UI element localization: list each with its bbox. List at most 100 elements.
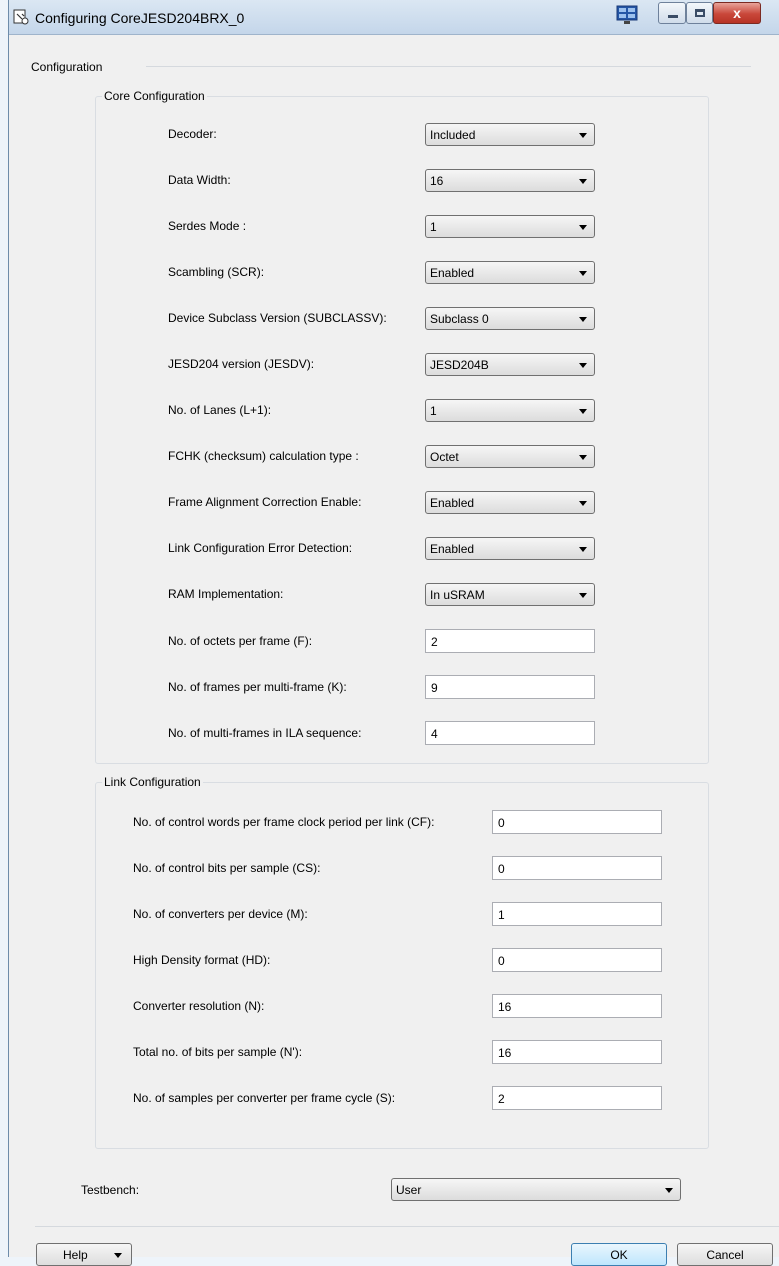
samples-per-converter-value: 2: [498, 1092, 505, 1106]
cs-value: 0: [498, 862, 505, 876]
core-configuration-label: Core Configuration: [102, 89, 207, 103]
frame-alignment-value: Enabled: [430, 496, 475, 510]
ram-implementation-select[interactable]: In uSRAM: [425, 583, 595, 606]
samples-per-converter-input[interactable]: 2: [492, 1086, 662, 1110]
data-width-value: 16: [430, 174, 444, 188]
data-width-label: Data Width:: [168, 173, 231, 187]
hd-input[interactable]: 0: [492, 948, 662, 972]
fchk-value: Octet: [430, 450, 459, 464]
frame-alignment-select[interactable]: Enabled: [425, 491, 595, 514]
ram-implementation-label: RAM Implementation:: [168, 587, 284, 601]
bits-per-sample-value: 16: [498, 1046, 512, 1060]
lanes-select[interactable]: 1: [425, 399, 595, 422]
maximize-icon: [695, 9, 705, 17]
bits-per-sample-input[interactable]: 16: [492, 1040, 662, 1064]
link-error-detection-value: Enabled: [430, 542, 475, 556]
jesd-version-value: JESD204B: [430, 358, 489, 372]
resolution-input[interactable]: 16: [492, 994, 662, 1018]
cf-input[interactable]: 0: [492, 810, 662, 834]
ok-button[interactable]: OK: [571, 1243, 667, 1266]
cf-value: 0: [498, 816, 505, 830]
window-title: Configuring CoreJESD204BRX_0: [35, 10, 245, 26]
scrambling-label: Scambling (SCR):: [168, 265, 265, 279]
cancel-button-label: Cancel: [706, 1248, 744, 1262]
ila-multiframes-label: No. of multi-frames in ILA sequence:: [168, 726, 362, 740]
ila-multiframes-input[interactable]: 4: [425, 721, 595, 745]
chevron-down-icon: [579, 409, 587, 414]
ila-multiframes-value: 4: [431, 727, 438, 741]
dialog-window: Configuring CoreJESD204BRX_0 x Configura…: [8, 0, 779, 1266]
converters-value: 1: [498, 908, 505, 922]
maximize-button[interactable]: [686, 2, 713, 24]
monitor-icon[interactable]: [616, 5, 638, 25]
octets-per-frame-label: No. of octets per frame (F):: [168, 634, 313, 648]
serdes-mode-select[interactable]: 1: [425, 215, 595, 238]
scrambling-select[interactable]: Enabled: [425, 261, 595, 284]
decoder-label: Decoder:: [168, 127, 217, 141]
title-bar[interactable]: Configuring CoreJESD204BRX_0 x: [9, 0, 779, 35]
testbench-select[interactable]: User: [391, 1178, 681, 1201]
converters-label: No. of converters per device (M):: [133, 907, 308, 921]
lanes-label: No. of Lanes (L+1):: [168, 403, 272, 417]
configuration-separator: [146, 66, 751, 67]
fchk-label: FCHK (checksum) calculation type :: [168, 449, 359, 463]
serdes-mode-label: Serdes Mode :: [168, 219, 247, 233]
fchk-select[interactable]: Octet: [425, 445, 595, 468]
chevron-down-icon: [579, 501, 587, 506]
minimize-icon: [668, 15, 678, 18]
core-configuration-group: [95, 96, 709, 764]
samples-per-converter-label: No. of samples per converter per frame c…: [133, 1091, 396, 1105]
cs-label: No. of control bits per sample (CS):: [133, 861, 321, 875]
chevron-down-icon: [579, 547, 587, 552]
scrambling-value: Enabled: [430, 266, 475, 280]
jesd-version-select[interactable]: JESD204B: [425, 353, 595, 376]
chevron-down-icon: [579, 225, 587, 230]
testbench-value: User: [396, 1183, 422, 1197]
configuration-label: Configuration: [29, 60, 105, 74]
minimize-button[interactable]: [658, 2, 686, 24]
lanes-value: 1: [430, 404, 437, 418]
close-icon: x: [733, 5, 741, 21]
link-error-detection-select[interactable]: Enabled: [425, 537, 595, 560]
cs-input[interactable]: 0: [492, 856, 662, 880]
octets-per-frame-value: 2: [431, 635, 438, 649]
frames-per-multiframe-value: 9: [431, 681, 438, 695]
link-error-detection-label: Link Configuration Error Detection:: [168, 541, 353, 555]
data-width-select[interactable]: 16: [425, 169, 595, 192]
testbench-label: Testbench:: [81, 1183, 140, 1197]
chevron-down-icon: [579, 317, 587, 322]
cancel-button[interactable]: Cancel: [677, 1243, 773, 1266]
ok-button-label: OK: [610, 1248, 628, 1262]
app-icon: [13, 9, 29, 25]
subclass-version-select[interactable]: Subclass 0: [425, 307, 595, 330]
chevron-down-icon: [579, 455, 587, 460]
frames-per-multiframe-input[interactable]: 9: [425, 675, 595, 699]
chevron-down-icon: [579, 363, 587, 368]
chevron-down-icon: [665, 1188, 673, 1193]
subclass-version-value: Subclass 0: [430, 312, 489, 326]
close-button[interactable]: x: [713, 2, 761, 24]
frames-per-multiframe-label: No. of frames per multi-frame (K):: [168, 680, 347, 694]
frame-alignment-label: Frame Alignment Correction Enable:: [168, 495, 362, 509]
bits-per-sample-label: Total no. of bits per sample (N'):: [133, 1045, 303, 1059]
subclass-version-label: Device Subclass Version (SUBCLASSV):: [168, 311, 387, 325]
decoder-value: Included: [430, 128, 476, 142]
resolution-label: Converter resolution (N):: [133, 999, 265, 1013]
decoder-select[interactable]: Included: [425, 123, 595, 146]
chevron-down-icon: [114, 1253, 122, 1258]
chevron-down-icon: [579, 271, 587, 276]
resolution-value: 16: [498, 1000, 512, 1014]
octets-per-frame-input[interactable]: 2: [425, 629, 595, 653]
cf-label: No. of control words per frame clock per…: [133, 815, 435, 829]
converters-input[interactable]: 1: [492, 902, 662, 926]
chevron-down-icon: [579, 593, 587, 598]
ram-implementation-value: In uSRAM: [430, 588, 485, 602]
footer-separator: [35, 1226, 779, 1227]
jesd-version-label: JESD204 version (JESDV):: [168, 357, 315, 371]
chevron-down-icon: [579, 133, 587, 138]
link-configuration-label: Link Configuration: [102, 775, 203, 789]
help-button[interactable]: Help: [36, 1243, 132, 1266]
serdes-mode-value: 1: [430, 220, 437, 234]
chevron-down-icon: [579, 179, 587, 184]
hd-value: 0: [498, 954, 505, 968]
